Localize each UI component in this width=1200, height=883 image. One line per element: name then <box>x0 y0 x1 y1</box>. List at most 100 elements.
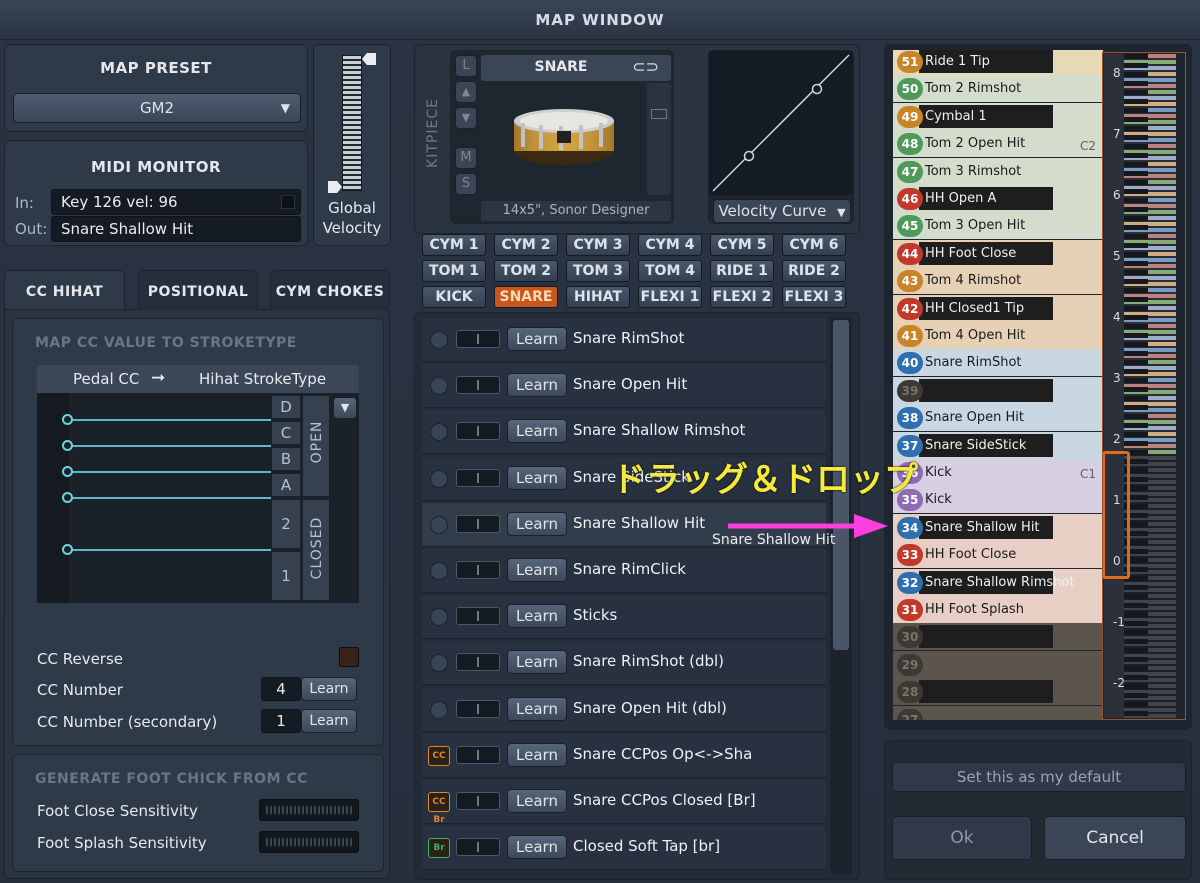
key-row[interactable]: Tom 2 Rimshot 50 <box>893 75 1103 103</box>
articulation-learn-button[interactable]: Learn <box>507 327 567 351</box>
articulation-learn-button[interactable]: Learn <box>507 696 567 721</box>
articulation-learn-button[interactable]: Learn <box>507 511 567 536</box>
key-label[interactable]: Kick <box>919 461 1053 484</box>
articulation-row[interactable]: Learn Snare RimClick <box>422 549 826 593</box>
kit-button-solo[interactable]: S <box>455 173 477 195</box>
kit-button-cym-2[interactable]: CYM 2 <box>494 234 558 256</box>
articulation-row[interactable]: Learn Snare RimShot (dbl) <box>422 641 826 686</box>
articulation-toggle[interactable] <box>456 330 500 348</box>
key-label[interactable]: Tom 4 Rimshot <box>919 269 1053 292</box>
articulation-learn-button[interactable]: Learn <box>507 465 567 490</box>
articulation-row[interactable]: CC Br Learn Snare CCPos Closed [Br] <box>422 780 826 825</box>
foot-splash-slider[interactable] <box>259 831 359 853</box>
articulation-row[interactable]: Learn Snare Open Hit <box>422 364 826 409</box>
articulation-learn-button[interactable]: Learn <box>507 789 567 813</box>
key-label[interactable] <box>919 653 1053 676</box>
key-row[interactable]: 28 <box>893 678 1103 706</box>
threshold-handle-b[interactable] <box>62 466 73 477</box>
kit-button-flexi-3[interactable]: FLEXI 3 <box>782 286 846 308</box>
key-row[interactable]: Snare RimShot 40 <box>893 349 1103 377</box>
global-velocity-handle-bottom[interactable] <box>328 181 342 193</box>
key-row[interactable]: HH Open A 46 <box>893 185 1103 212</box>
tab-positional[interactable]: POSITIONAL <box>138 270 258 308</box>
articulation-name[interactable]: Sticks <box>573 606 617 624</box>
velocity-curve-graph[interactable] <box>709 51 853 195</box>
articulation-toggle[interactable] <box>456 653 500 672</box>
threshold-line-2[interactable] <box>67 549 271 551</box>
threshold-handle-c[interactable] <box>62 440 73 451</box>
global-velocity-handle-top[interactable] <box>362 53 376 65</box>
articulation-row[interactable]: Br Learn Closed Soft Tap [br] <box>422 826 826 871</box>
key-row[interactable]: HH Foot Close 44 <box>893 239 1103 267</box>
key-row[interactable]: Tom 4 Open Hit 41 <box>893 322 1103 349</box>
articulation-toggle[interactable] <box>456 422 500 441</box>
kit-button-kick[interactable]: KICK <box>422 286 486 308</box>
key-row[interactable]: Ride 1 Tip 51 <box>893 50 1103 75</box>
threshold-handle-a[interactable] <box>62 492 73 503</box>
key-label[interactable]: Tom 3 Open Hit <box>919 214 1053 237</box>
tab-cym-chokes[interactable]: CYM CHOKES <box>270 270 390 308</box>
key-label[interactable]: HH Foot Close <box>919 241 1053 265</box>
key-label[interactable]: Cymbal 1 <box>919 104 1053 128</box>
key-row[interactable]: Snare Shallow Hit 34 <box>893 513 1103 541</box>
articulation-name[interactable]: Closed Soft Tap [br] <box>573 837 720 855</box>
threshold-line-a[interactable] <box>67 497 271 499</box>
link-icon[interactable]: ⊂⊃ <box>632 57 659 76</box>
key-row[interactable]: Kick 35 <box>893 486 1103 514</box>
articulation-learn-button[interactable]: Learn <box>507 835 567 860</box>
kit-button-snare[interactable]: SNARE <box>494 286 558 308</box>
foot-close-slider[interactable] <box>259 799 359 821</box>
stroke-options-dropdown[interactable]: ▼ <box>333 397 357 419</box>
key-label[interactable]: Snare Open Hit <box>919 406 1053 429</box>
articulation-row[interactable]: Learn Snare Shallow Rimshot <box>422 410 826 455</box>
key-row[interactable]: HH Foot Splash 31 <box>893 596 1103 623</box>
articulation-name[interactable]: Snare RimShot (dbl) <box>573 652 724 670</box>
key-label[interactable]: Tom 2 Open Hit <box>919 132 1053 155</box>
tab-cc-hihat[interactable]: CC HIHAT <box>4 270 125 310</box>
articulation-name[interactable]: Snare CCPos Op<->Sha <box>573 745 752 763</box>
kit-button-tom-4[interactable]: TOM 4 <box>638 260 702 282</box>
kit-button-cym-5[interactable]: CYM 5 <box>710 234 774 256</box>
key-row[interactable]: Tom 3 Open Hit 45 <box>893 212 1103 240</box>
articulation-name[interactable]: Snare Open Hit (dbl) <box>573 699 727 717</box>
key-label[interactable]: Snare RimShot <box>919 351 1053 374</box>
articulation-name[interactable]: Snare Shallow Rimshot <box>573 421 745 439</box>
articulation-name[interactable]: Snare CCPos Closed [Br] <box>573 791 756 809</box>
kit-button-ride-1[interactable]: RIDE 1 <box>710 260 774 282</box>
kitpiece-scrollbar[interactable] <box>647 83 671 195</box>
threshold-line-c[interactable] <box>67 445 271 447</box>
key-row[interactable]: HH Closed1 Tip 42 <box>893 294 1103 322</box>
articulation-toggle[interactable] <box>456 838 500 857</box>
articulation-name[interactable]: Snare RimClick <box>573 560 686 578</box>
key-row[interactable]: Snare Shallow Rimshot 32 <box>893 568 1103 596</box>
key-label[interactable]: Snare Shallow Rimshot <box>919 570 1074 594</box>
key-row[interactable]: 30 <box>893 623 1103 651</box>
articulation-toggle[interactable] <box>456 468 500 487</box>
velocity-curve-dropdown[interactable]: Velocity Curve ▼ <box>713 199 851 223</box>
key-label[interactable]: HH Open A <box>919 187 1053 210</box>
kit-button-hihat[interactable]: HIHAT <box>566 286 630 308</box>
threshold-line-d[interactable] <box>67 419 271 421</box>
cc-mapping-graph[interactable]: D C B A 2 1 OPEN CLOSED ▼ <box>37 393 359 603</box>
kit-button-tom-3[interactable]: TOM 3 <box>566 260 630 282</box>
key-row[interactable]: Snare Open Hit 38 <box>893 404 1103 432</box>
threshold-handle-2[interactable] <box>62 544 73 555</box>
articulation-row[interactable]: Learn Snare Open Hit (dbl) <box>422 687 826 732</box>
articulation-row[interactable]: CC Learn Snare CCPos Op<->Sha <box>422 733 826 778</box>
map-preset-dropdown[interactable]: GM2 ▼ <box>13 93 301 123</box>
ok-button[interactable]: Ok <box>892 816 1032 860</box>
cc-number-secondary-field[interactable]: 1 <box>261 709 301 733</box>
key-label[interactable]: Kick <box>919 488 1053 511</box>
key-row[interactable]: Tom 4 Rimshot 43 <box>893 267 1103 295</box>
kit-button-cym-6[interactable]: CYM 6 <box>782 234 846 256</box>
key-label[interactable]: Ride 1 Tip <box>919 50 1053 73</box>
articulation-name[interactable]: Snare Open Hit <box>573 375 687 393</box>
set-default-button[interactable]: Set this as my default <box>892 762 1186 792</box>
key-label[interactable] <box>919 680 1053 704</box>
articulation-toggle[interactable] <box>456 607 500 626</box>
articulation-name[interactable]: Snare RimShot <box>573 329 684 347</box>
cc-number-secondary-learn-button[interactable]: Learn <box>301 709 357 733</box>
key-row[interactable]: HH Foot Close 33 <box>893 541 1103 569</box>
key-label[interactable] <box>919 708 1053 720</box>
articulation-learn-button[interactable]: Learn <box>507 742 567 767</box>
